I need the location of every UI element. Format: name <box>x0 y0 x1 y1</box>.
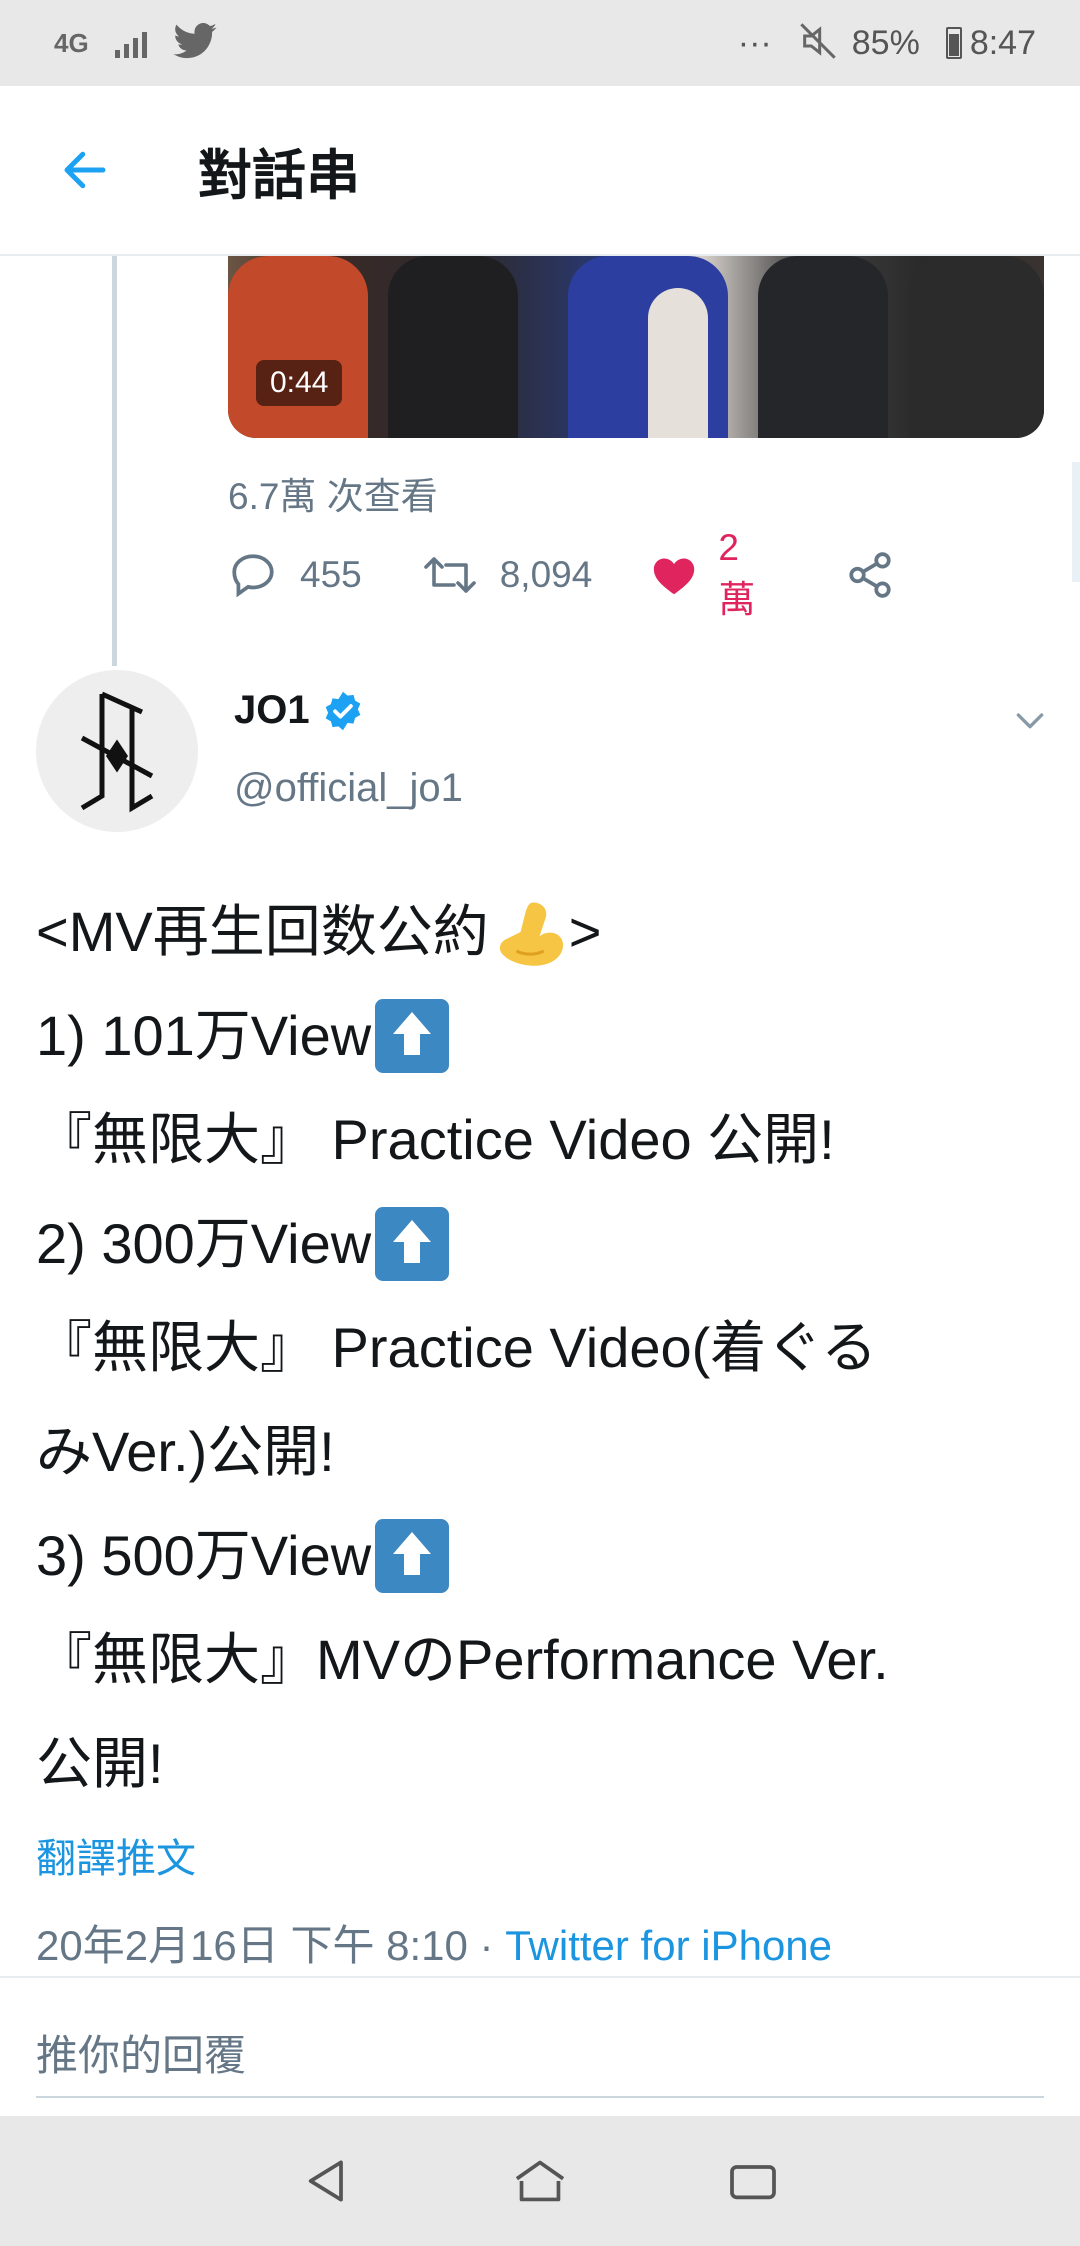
heart-icon <box>654 558 695 595</box>
recents-icon <box>730 2165 777 2200</box>
thread-line <box>112 256 117 666</box>
twitter-bird-icon <box>173 22 217 64</box>
reply-input[interactable]: 推你的回覆 <box>36 2022 246 2083</box>
tweet-line: みVer.)公開! <box>36 1400 1056 1504</box>
avatar[interactable] <box>36 670 198 832</box>
tweet-line-text: > <box>568 900 602 963</box>
system-nav-bar <box>0 2116 1080 2246</box>
like-count: 2萬 <box>718 527 756 620</box>
tweet-line: 公開! <box>36 1712 1056 1816</box>
view-count: 6.7萬 次查看 <box>228 476 438 517</box>
signal-icon <box>114 28 147 58</box>
like-button[interactable]: 2萬 <box>652 527 765 623</box>
nav-home-button[interactable] <box>495 2136 585 2226</box>
tweet-line: 3) 500万View <box>36 1504 1056 1608</box>
tweet-line-text: みVer.)公開! <box>36 1420 335 1483</box>
tweet-line: 『無限大』MVのPerformance Ver. <box>36 1608 1056 1712</box>
home-icon <box>515 2160 565 2202</box>
back-button[interactable] <box>40 125 130 215</box>
verified-badge-icon <box>325 691 360 730</box>
tweet-line: <MV再生回数公約 > <box>36 880 1056 984</box>
tweet-source-link[interactable]: Twitter for iPhone <box>505 1922 832 1969</box>
mute-icon <box>798 21 838 66</box>
flexed-biceps-icon <box>499 902 563 966</box>
author-row: JO1 <box>234 688 364 733</box>
user-handle[interactable]: @official_jo1 <box>234 766 463 811</box>
timestamp[interactable]: 20年2月16日 下午 8:10 <box>36 1922 468 1969</box>
display-name[interactable]: JO1 <box>234 688 310 733</box>
video-thumbnail[interactable]: 0:44 <box>228 256 1044 438</box>
tweet-meta: 20年2月16日 下午 8:10 · Twitter for iPhone <box>36 1912 832 1973</box>
status-bar: 4G ··· 85% 8:47 <box>0 0 1080 86</box>
tweet-line-text: 1) 101万View <box>36 1004 372 1067</box>
clock: 8:47 <box>969 23 1036 62</box>
battery-percent: 85% <box>851 23 920 62</box>
share-button[interactable] <box>845 550 895 600</box>
reply-underline <box>36 2096 1044 2098</box>
up-button-icon <box>375 1207 450 1281</box>
up-button-icon <box>375 999 450 1073</box>
tweet-line-text: 『無限大』MVのPerformance Ver. <box>36 1628 889 1691</box>
network-type: 4G <box>54 27 89 58</box>
tweet-line-text: 『無限大』 Practice Video 公開! <box>36 1108 835 1171</box>
tweet-line: 『無限大』 Practice Video(着ぐる <box>36 1296 1056 1400</box>
header: 對話串 <box>0 86 1080 256</box>
reply-button[interactable]: 455 <box>228 550 362 600</box>
reply-icon <box>232 554 274 598</box>
reply-count: 455 <box>300 554 362 595</box>
tweet-line-text: 2) 300万View <box>36 1212 372 1275</box>
retweet-count: 8,094 <box>499 554 593 595</box>
overflow-dots: ··· <box>737 23 772 62</box>
tweet-menu-button[interactable] <box>1010 700 1050 745</box>
retweet-button[interactable]: 8,094 <box>422 550 593 600</box>
chevron-down-icon <box>1016 713 1044 729</box>
tweet-line: 『無限大』 Practice Video 公開! <box>36 1088 1056 1192</box>
tweet-line-text: 『無限大』 Practice Video(着ぐる <box>36 1316 878 1379</box>
arrow-left-icon <box>64 151 106 189</box>
jo1-logo-icon <box>80 691 154 813</box>
nav-recents-button[interactable] <box>708 2136 798 2226</box>
video-duration: 0:44 <box>256 360 343 406</box>
tweet-line: 1) 101万View <box>36 984 1056 1088</box>
tweet-line-text: 3) 500万View <box>36 1524 372 1587</box>
tweet-actions: 455 8,094 2萬 <box>228 527 928 620</box>
divider <box>0 1976 1080 1978</box>
battery-icon <box>945 27 962 59</box>
nav-back-button[interactable] <box>282 2136 372 2226</box>
translate-tweet-link[interactable]: 翻譯推文 <box>36 1826 196 1884</box>
page-title: 對話串 <box>198 145 360 206</box>
share-icon <box>849 552 891 598</box>
retweet-icon <box>423 557 476 593</box>
triangle-back-icon <box>308 2160 343 2202</box>
tweet-line-text: 公開! <box>36 1732 164 1795</box>
tweet-line-text: <MV再生回数公約 <box>36 900 489 963</box>
tweet-text: <MV再生回数公約 > 1) 101万View 『無限大』 Practice V… <box>36 880 1056 1816</box>
meta-separator: · <box>467 1922 506 1969</box>
tweet-line: 2) 300万View <box>36 1192 1056 1296</box>
up-button-icon <box>375 1519 450 1593</box>
scrollbar[interactable] <box>1072 462 1080 582</box>
